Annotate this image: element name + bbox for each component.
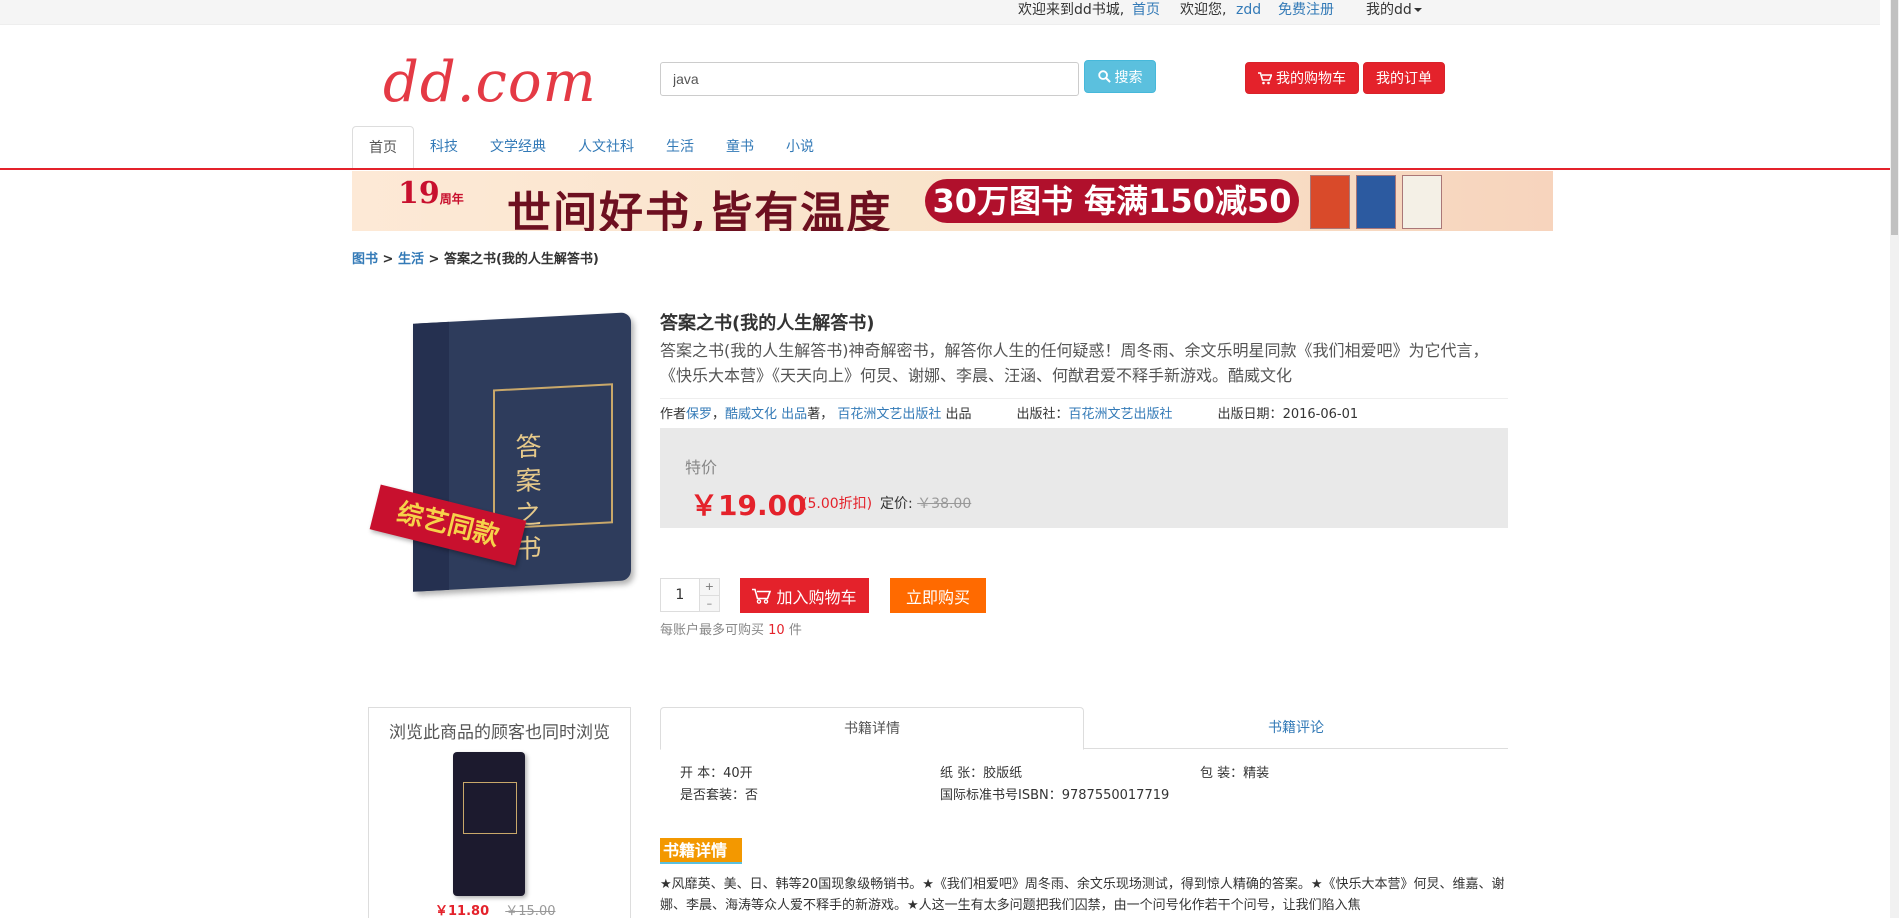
nav-tech[interactable]: 科技 xyxy=(414,126,474,168)
home-link[interactable]: 首页 xyxy=(1132,1,1160,19)
producer2-link[interactable]: 百花洲文艺出版社 xyxy=(837,407,941,422)
category-nav: 首页 科技 文学经典 人文社科 生活 童书 小说 xyxy=(352,126,830,168)
publish-date-info: 出版日期：2016-06-01 xyxy=(1218,403,1359,422)
recommended-book-image[interactable] xyxy=(453,752,525,896)
purchase-limit: 每账户最多可购买 10 件 xyxy=(660,619,802,638)
my-cart-button[interactable]: 我的购物车 xyxy=(1245,62,1359,94)
cart-icon xyxy=(1258,71,1272,84)
author-info: 作者保罗，酷威文化 出品著， 百花洲文艺出版社 出品 xyxy=(660,403,972,422)
anniversary-number: 19 xyxy=(398,176,440,211)
special-price-label: 特价 xyxy=(685,458,718,477)
author-label: 作者 xyxy=(660,407,687,422)
publisher-label: 出版社： xyxy=(1016,407,1069,422)
my-orders-button[interactable]: 我的订单 xyxy=(1363,62,1445,94)
cart-icon xyxy=(752,588,772,604)
banner-promo: 30万图书 每满150减50 xyxy=(925,179,1299,223)
spec-paper: 纸 张：胶版纸 xyxy=(940,766,1023,781)
tab-book-reviews[interactable]: 书籍评论 xyxy=(1084,707,1508,748)
spec-format: 开 本：40开 xyxy=(680,766,753,781)
breadcrumb-root[interactable]: 图书 xyxy=(352,252,378,267)
header-divider xyxy=(0,168,1890,170)
banner-book-image xyxy=(1356,175,1396,229)
sale-price: ￥19.00 xyxy=(690,489,807,522)
list-price-info: 定价: ￥38.00 xyxy=(880,493,971,513)
caret-down-icon xyxy=(1413,8,1422,12)
publish-date-label: 出版日期： xyxy=(1217,407,1283,422)
nav-novel[interactable]: 小说 xyxy=(770,126,830,168)
publish-date: 2016-06-01 xyxy=(1282,407,1359,422)
breadcrumb-category[interactable]: 生活 xyxy=(398,252,424,267)
publisher-info: 出版社：百花洲文艺出版社 xyxy=(1017,403,1173,422)
banner-book-image xyxy=(1310,175,1350,229)
quantity-stepper[interactable]: 1 + – xyxy=(660,578,720,612)
nav-home[interactable]: 首页 xyxy=(352,126,414,168)
product-meta: 作者保罗，酷威文化 出品著， 百花洲文艺出版社 出品 出版社：百花洲文艺出版社 … xyxy=(660,398,1508,422)
limit-suffix: 件 xyxy=(788,623,802,638)
spec-isbn: 国际标准书号ISBN：9787550017719 xyxy=(940,788,1170,803)
site-logo[interactable]: dd.com xyxy=(383,48,597,118)
search-button[interactable]: 搜索 xyxy=(1084,60,1156,93)
my-account-menu[interactable]: 我的dd xyxy=(1366,1,1422,19)
add-to-cart-label: 加入购物车 xyxy=(776,587,857,607)
my-cart-label: 我的购物车 xyxy=(1276,71,1346,87)
search-button-label: 搜索 xyxy=(1114,69,1143,86)
product-description: 答案之书(我的人生解答书)神奇解密书，解答你人生的任何疑惑！周冬雨、余文乐明星同… xyxy=(660,341,1489,385)
also-viewed-heading: 浏览此商品的顾客也同时浏览 xyxy=(389,723,610,743)
nav-children[interactable]: 童书 xyxy=(710,126,770,168)
welcome-store-text: 欢迎来到dd书城, xyxy=(1018,2,1125,18)
publisher-link[interactable]: 百花洲文艺出版社 xyxy=(1069,407,1173,422)
nav-literature[interactable]: 文学经典 xyxy=(474,126,562,168)
quantity-increase-button[interactable]: + xyxy=(699,579,719,596)
promo-banner[interactable]: 19周年 世间好书,皆有温度 30万图书 每满150减50 xyxy=(352,171,1553,231)
product-title: 答案之书(我的人生解答书) xyxy=(660,313,875,334)
breadcrumb: 图书 > 生活 > 答案之书(我的人生解答书) xyxy=(352,252,599,267)
banner-slogan: 世间好书,皆有温度 xyxy=(507,188,893,231)
recommended-list-price: ￥15.00 xyxy=(505,904,556,918)
producer-link[interactable]: 酷威文化 出品 xyxy=(725,407,807,422)
author-separator: ， xyxy=(712,407,726,422)
anniversary-suffix: 周年 xyxy=(439,192,464,206)
search-input[interactable] xyxy=(660,62,1079,96)
banner-book-image xyxy=(1402,175,1442,229)
buy-now-button[interactable]: 立即购买 xyxy=(890,578,986,613)
welcome-user-text: 欢迎您, xyxy=(1180,2,1227,18)
tab-book-details[interactable]: 书籍详情 xyxy=(660,707,1084,750)
quantity-input[interactable]: 1 xyxy=(661,579,700,611)
search-icon xyxy=(1097,70,1111,83)
recommended-price: ￥11.80 xyxy=(435,904,490,918)
limit-count: 10 xyxy=(768,623,785,638)
also-viewed-panel: 浏览此商品的顾客也同时浏览 ￥11.80 ￥15.00 xyxy=(368,707,631,918)
product-cover-image[interactable]: 答案之书 综艺同款 xyxy=(369,312,633,597)
username-link[interactable]: zdd xyxy=(1236,1,1261,19)
price-box: 特价 ￥19.00 (5.00折扣) 定价: ￥38.00 xyxy=(660,428,1508,528)
my-account-label: 我的dd xyxy=(1366,2,1412,18)
page-scrollbar[interactable] xyxy=(1890,0,1899,918)
author-suffix: 著， xyxy=(807,407,834,422)
list-price-label: 定价: xyxy=(880,496,913,512)
limit-prefix: 每账户最多可购买 xyxy=(660,623,765,638)
cover-book: 答案之书 xyxy=(413,312,631,592)
top-bar: 欢迎来到dd书城, 首页 欢迎您, zdd 免费注册 我的dd xyxy=(0,0,1880,25)
author-link[interactable]: 保罗 xyxy=(686,407,712,422)
anniversary-badge: 19周年 xyxy=(398,176,464,211)
detail-tabs: 书籍详情 书籍评论 xyxy=(660,707,1508,750)
spec-is-set: 是否套装：否 xyxy=(680,788,759,803)
nav-humanities[interactable]: 人文社科 xyxy=(562,126,650,168)
recommended-book-prices: ￥11.80 ￥15.00 xyxy=(435,900,555,918)
discount-text: (5.00折扣) xyxy=(802,496,873,512)
producer2-suffix: 出品 xyxy=(945,407,972,422)
breadcrumb-current: 答案之书(我的人生解答书) xyxy=(443,252,599,267)
details-section-title: 书籍详情 xyxy=(660,838,742,864)
quantity-decrease-button[interactable]: – xyxy=(699,595,719,611)
nav-life[interactable]: 生活 xyxy=(650,126,710,168)
list-price: ￥38.00 xyxy=(917,496,972,512)
add-to-cart-button[interactable]: 加入购物车 xyxy=(740,578,869,613)
register-link[interactable]: 免费注册 xyxy=(1278,1,1334,19)
spec-binding: 包 装：精装 xyxy=(1200,766,1270,781)
scrollbar-thumb[interactable] xyxy=(1891,0,1898,235)
details-text: ★风靡英、美、日、韩等20国现象级畅销书。★《我们相爱吧》周冬雨、余文乐现场测试… xyxy=(660,877,1505,913)
